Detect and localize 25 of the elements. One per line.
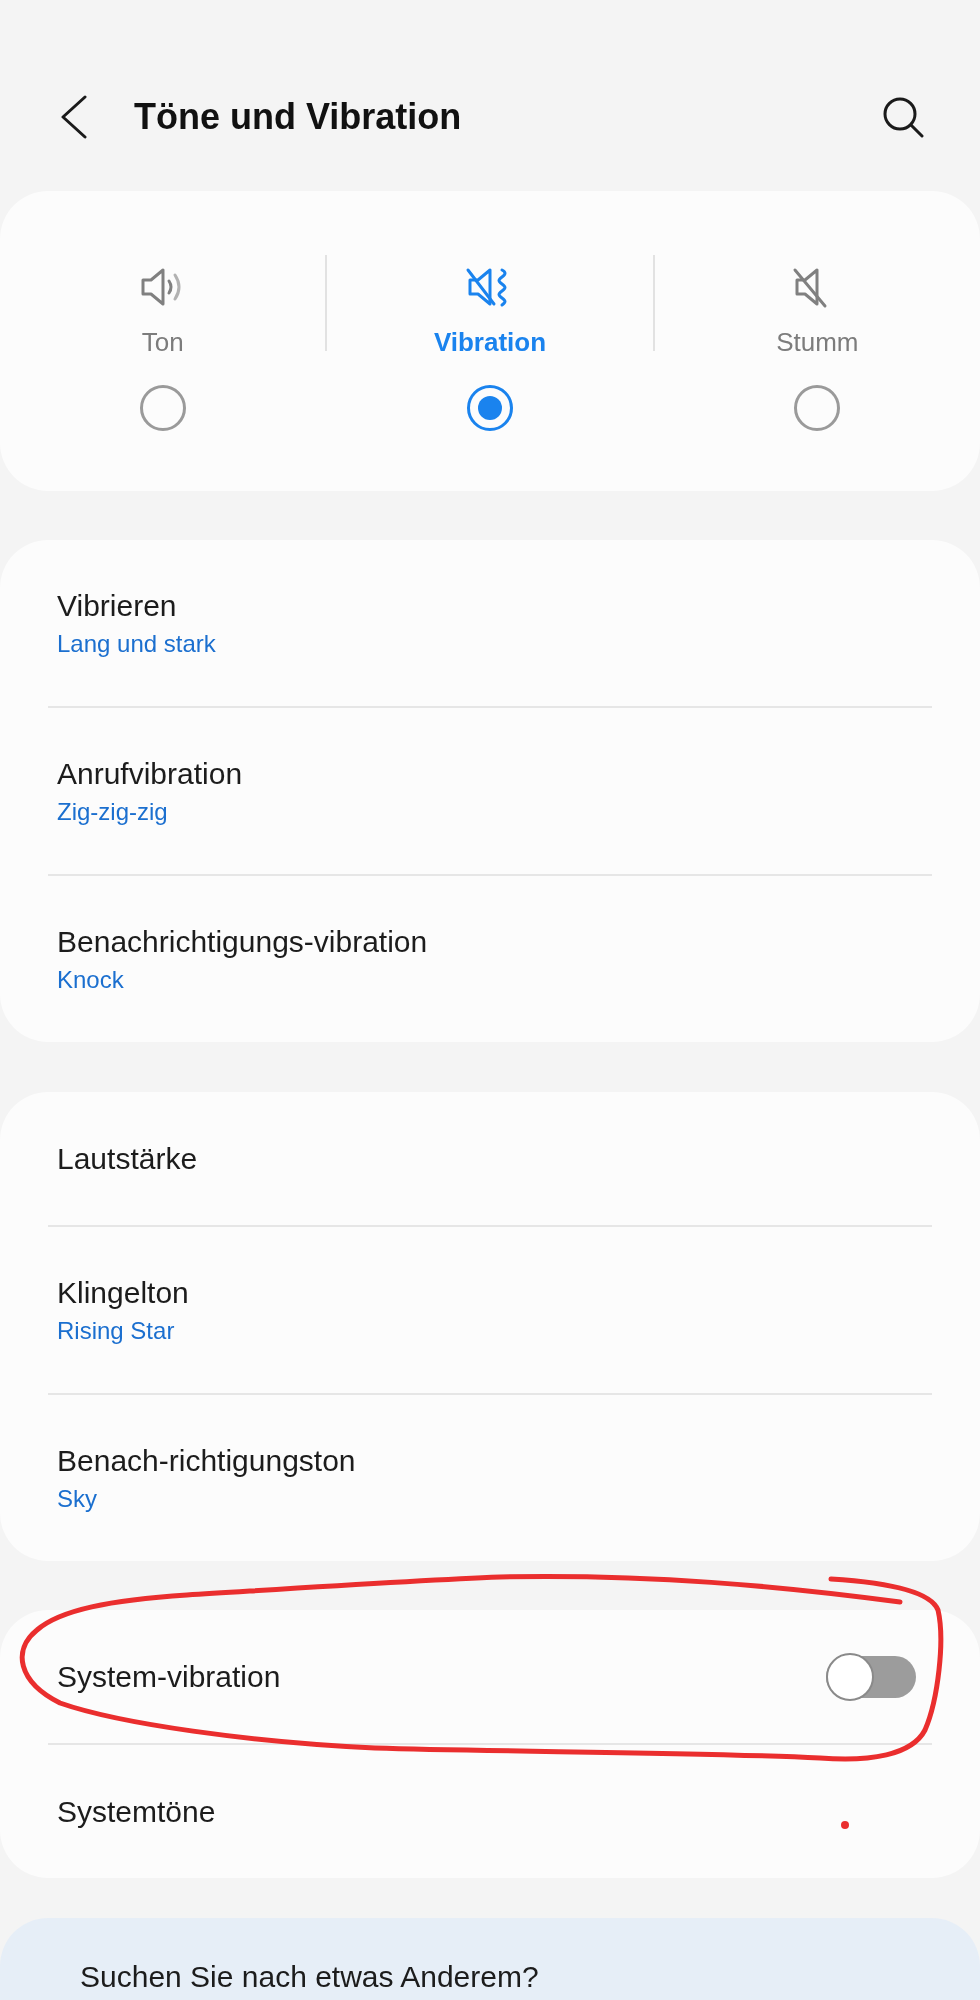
radio-button[interactable] (794, 385, 841, 431)
setting-title[interactable]: System-vibration (57, 1657, 281, 1696)
back-icon[interactable] (60, 95, 88, 139)
setting-title[interactable]: Vibrieren (57, 587, 177, 625)
setting-title[interactable]: Lautstärke (57, 1139, 198, 1178)
dot-icon (841, 1821, 849, 1829)
setting-title[interactable]: Anrufvibration (57, 755, 243, 793)
setting-value: Sky (57, 1484, 97, 1514)
setting-value: Knock (57, 965, 124, 995)
setting-title[interactable]: Benach-richtigungston (57, 1442, 356, 1480)
mode-label[interactable]: Vibration (433, 326, 547, 358)
toggle-switch[interactable] (826, 1652, 916, 1701)
setting-title[interactable]: Klingelton (57, 1274, 189, 1312)
setting-value: Zig-zig-zig (57, 797, 168, 827)
search-icon[interactable] (882, 96, 924, 138)
suggestion-title: Suchen Sie nach etwas Anderem? (80, 1960, 539, 1994)
mode-label[interactable]: Ton (141, 326, 184, 358)
radio-button[interactable] (467, 385, 513, 431)
setting-title[interactable]: Benachrichtigungs-vibration (57, 923, 428, 961)
setting-value: Rising Star (57, 1316, 175, 1346)
setting-title[interactable]: Systemtöne (57, 1792, 216, 1831)
radio-button[interactable] (139, 385, 186, 431)
setting-value: Lang und stark (57, 629, 216, 659)
page-title: Töne und Vibration (134, 95, 462, 139)
mode-label[interactable]: Stumm (776, 326, 859, 358)
